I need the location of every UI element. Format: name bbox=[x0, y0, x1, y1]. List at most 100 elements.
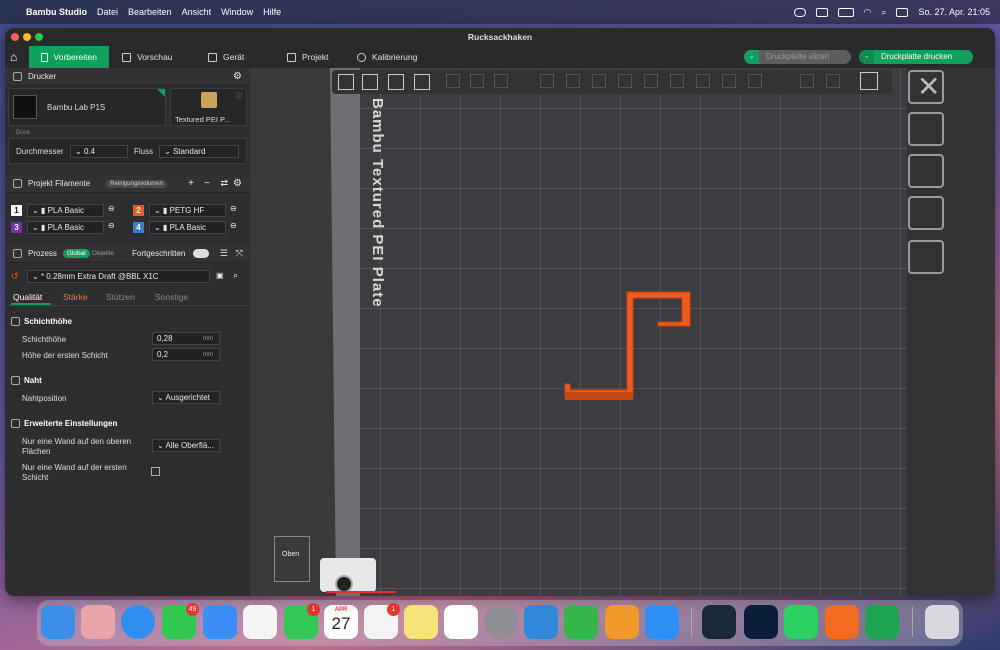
tab-geraet[interactable]: Gerät bbox=[208, 46, 244, 68]
safari-icon[interactable] bbox=[121, 605, 155, 639]
finder-icon[interactable] bbox=[41, 605, 75, 639]
tab-staerke[interactable]: Stärke bbox=[63, 292, 88, 302]
menu-clock[interactable]: So. 27. Apr. 21:05 bbox=[918, 7, 990, 17]
plate-selector[interactable]: Textured PEI P... ⓘ bbox=[170, 88, 247, 126]
global-toggle[interactable]: Global bbox=[62, 249, 90, 258]
toolbar-collapse-icon[interactable] bbox=[860, 72, 878, 90]
remove-filament-icon[interactable]: − bbox=[204, 178, 210, 189]
plate-settings-icon[interactable] bbox=[908, 240, 944, 274]
filament-settings-icon[interactable]: ⚙ bbox=[233, 178, 242, 189]
slice-plate-button[interactable]: ⌄ Druckplatte slicen bbox=[744, 50, 851, 64]
toolbar-explode-icon[interactable] bbox=[748, 74, 762, 88]
tab-vorbereiten[interactable]: Vorbereiten bbox=[29, 46, 109, 68]
menu-window[interactable]: Window bbox=[221, 7, 253, 17]
toolbar-cut-icon[interactable] bbox=[540, 74, 554, 88]
advanced-switch[interactable] bbox=[193, 249, 209, 258]
menu-hilfe[interactable]: Hilfe bbox=[263, 7, 281, 17]
toolbar-paint-icon[interactable] bbox=[696, 74, 710, 88]
home-icon[interactable]: ⌂ bbox=[10, 46, 17, 68]
menu-app-name[interactable]: Bambu Studio bbox=[26, 7, 87, 17]
steam-icon[interactable] bbox=[702, 605, 736, 639]
numbers-icon[interactable] bbox=[564, 605, 598, 639]
filament-edit-icon-3[interactable]: ⊖ bbox=[108, 221, 115, 230]
photoshop-icon[interactable] bbox=[744, 605, 778, 639]
notes-icon[interactable] bbox=[404, 605, 438, 639]
toolbar-assembly-icon[interactable] bbox=[670, 74, 684, 88]
diameter-select[interactable]: ⌄ 0.4 bbox=[70, 145, 128, 158]
search-settings-icon[interactable]: ⌕ bbox=[233, 270, 238, 281]
3d-viewport[interactable]: Bambu Textured PEI Plate Oben 01 bbox=[250, 68, 995, 596]
calendar-icon[interactable]: APR 27 bbox=[324, 605, 358, 639]
view-cube[interactable]: Oben bbox=[274, 536, 310, 582]
one-wall-first-checkbox[interactable] bbox=[151, 467, 160, 476]
compare-icon[interactable]: ⤧ bbox=[236, 248, 243, 259]
process-profile-select[interactable]: ⌄ * 0.28mm Extra Draft @BBL X1C bbox=[27, 270, 210, 283]
pages-icon[interactable] bbox=[605, 605, 639, 639]
add-filament-icon[interactable]: + bbox=[188, 178, 194, 189]
save-profile-icon[interactable]: ▣ bbox=[216, 271, 224, 280]
process-reset-icon[interactable]: ↺ bbox=[11, 271, 19, 282]
launchpad-icon[interactable] bbox=[81, 605, 115, 639]
filament-select-2[interactable]: ⌄ ▮ PETG HF bbox=[149, 204, 226, 217]
control-center-icon[interactable] bbox=[896, 7, 909, 17]
filament-edit-icon-4[interactable]: ⊖ bbox=[230, 221, 237, 230]
toolbar-text-icon[interactable] bbox=[618, 74, 632, 88]
list-icon[interactable]: ☰ bbox=[220, 248, 228, 259]
tab-qualitaet[interactable]: Qualität bbox=[13, 292, 42, 302]
menu-bearbeiten[interactable]: Bearbeiten bbox=[128, 7, 172, 17]
print-dropdown-icon[interactable]: ⌄ bbox=[859, 50, 874, 64]
cloud-icon[interactable] bbox=[793, 7, 806, 17]
toolbar-measure-icon[interactable] bbox=[644, 74, 658, 88]
maximize-window-button[interactable] bbox=[35, 33, 43, 41]
search-icon[interactable]: ⌕ bbox=[881, 7, 886, 18]
display-icon[interactable] bbox=[815, 7, 828, 17]
printer-selector[interactable]: Bambu Lab P1S bbox=[8, 88, 166, 126]
menu-ansicht[interactable]: Ansicht bbox=[182, 7, 212, 17]
orient-icon[interactable] bbox=[388, 74, 404, 90]
seam-position-select[interactable]: ⌄ Ausgerichtet bbox=[152, 391, 220, 404]
arrange-plate-icon[interactable] bbox=[908, 154, 944, 188]
arrange-grid-icon[interactable] bbox=[362, 74, 378, 90]
info-icon[interactable]: ⓘ bbox=[235, 91, 242, 101]
lock-plate-icon[interactable] bbox=[908, 196, 944, 230]
minimize-window-button[interactable] bbox=[23, 33, 31, 41]
toolbar-view-icon[interactable] bbox=[800, 74, 814, 88]
auto-orient-icon[interactable] bbox=[908, 112, 944, 146]
print-plate-button[interactable]: ⌄ Druckplatte drucken bbox=[859, 50, 973, 64]
purge-volume-button[interactable]: Reinigungsvolumen bbox=[106, 179, 167, 188]
whatsapp-icon[interactable] bbox=[784, 605, 818, 639]
system-settings-icon[interactable] bbox=[484, 605, 518, 639]
app-store-icon[interactable] bbox=[645, 605, 679, 639]
tab-projekt[interactable]: Projekt bbox=[287, 46, 328, 68]
sync-filament-icon[interactable]: ⇄ bbox=[220, 178, 228, 189]
printer-settings-icon[interactable]: ⚙ bbox=[233, 71, 242, 82]
filament-select-1[interactable]: ⌄ ▮ PLA Basic bbox=[27, 204, 104, 217]
objects-toggle[interactable]: Objekte bbox=[92, 250, 114, 257]
photos-icon[interactable] bbox=[243, 605, 277, 639]
tab-vorschau[interactable]: Vorschau bbox=[122, 46, 172, 68]
tab-stuetzen[interactable]: Stützen bbox=[106, 292, 135, 302]
toolbar-more-icon[interactable] bbox=[826, 74, 840, 88]
filament-edit-icon-2[interactable]: ⊖ bbox=[230, 204, 237, 213]
wifi-icon[interactable]: ◠ bbox=[864, 7, 872, 18]
tab-kalibrierung[interactable]: Kalibrierung bbox=[357, 46, 417, 68]
menu-datei[interactable]: Datei bbox=[97, 7, 118, 17]
toolbar-emboss-icon[interactable] bbox=[722, 74, 736, 88]
filament-select-3[interactable]: ⌄ ▮ PLA Basic bbox=[27, 221, 104, 234]
toolbar-seam-icon[interactable] bbox=[592, 74, 606, 88]
toolbar-move-icon[interactable] bbox=[446, 74, 460, 88]
one-wall-top-select[interactable]: ⌄ Alle Oberflä... bbox=[152, 439, 220, 452]
slice-dropdown-icon[interactable]: ⌄ bbox=[744, 50, 759, 64]
add-object-icon[interactable] bbox=[338, 74, 354, 90]
model-hook[interactable] bbox=[550, 288, 700, 408]
delete-plate-icon[interactable]: ✕ bbox=[908, 70, 944, 104]
close-window-button[interactable] bbox=[11, 33, 19, 41]
toolbar-rotate-icon[interactable] bbox=[470, 74, 484, 88]
plate-layout-icon[interactable] bbox=[414, 74, 430, 90]
keynote-icon[interactable] bbox=[524, 605, 558, 639]
flow-select[interactable]: ⌄ Standard bbox=[159, 145, 239, 158]
mail-icon[interactable] bbox=[203, 605, 237, 639]
bambu-studio-dock-icon[interactable] bbox=[865, 605, 899, 639]
tab-sonstige[interactable]: Sonstige bbox=[155, 292, 188, 302]
fusion-icon[interactable] bbox=[825, 605, 859, 639]
